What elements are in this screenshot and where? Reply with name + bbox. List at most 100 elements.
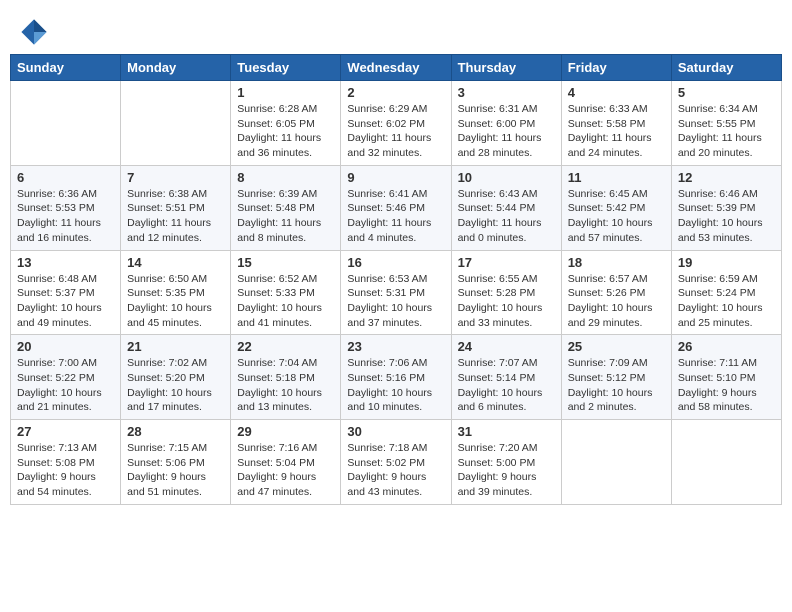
calendar-cell: 7 Sunrise: 6:38 AM Sunset: 5:51 PM Daylig… bbox=[121, 165, 231, 250]
day-number: 12 bbox=[678, 170, 775, 185]
day-number: 20 bbox=[17, 339, 114, 354]
calendar-cell: 26 Sunrise: 7:11 AM Sunset: 5:10 PM Dayli… bbox=[671, 335, 781, 420]
col-header-tuesday: Tuesday bbox=[231, 55, 341, 81]
day-number: 7 bbox=[127, 170, 224, 185]
day-info: Sunrise: 6:53 AM Sunset: 5:31 PM Dayligh… bbox=[347, 272, 444, 331]
col-header-saturday: Saturday bbox=[671, 55, 781, 81]
calendar-cell bbox=[11, 81, 121, 166]
day-number: 30 bbox=[347, 424, 444, 439]
calendar-cell: 12 Sunrise: 6:46 AM Sunset: 5:39 PM Dayli… bbox=[671, 165, 781, 250]
calendar-cell: 22Sunrise: 7:04 AM Sunset: 5:18 PM Dayli… bbox=[231, 335, 341, 420]
day-info: Sunrise: 7:09 AM Sunset: 5:12 PM Dayligh… bbox=[568, 356, 665, 415]
day-number: 6 bbox=[17, 170, 114, 185]
day-info: Sunrise: 7:02 AM Sunset: 5:20 PM Dayligh… bbox=[127, 356, 224, 415]
calendar-cell: 24 Sunrise: 7:07 AM Sunset: 5:14 PM Dayli… bbox=[451, 335, 561, 420]
day-info: Sunrise: 6:39 AM Sunset: 5:48 PM Dayligh… bbox=[237, 187, 334, 246]
day-number: 29 bbox=[237, 424, 334, 439]
calendar-cell: 18 Sunrise: 6:57 AM Sunset: 5:26 PM Dayli… bbox=[561, 250, 671, 335]
day-number: 1 bbox=[237, 85, 334, 100]
day-number: 25 bbox=[568, 339, 665, 354]
day-number: 14 bbox=[127, 255, 224, 270]
calendar-cell bbox=[671, 420, 781, 505]
day-info: Sunrise: 6:33 AM Sunset: 5:58 PM Dayligh… bbox=[568, 102, 665, 161]
calendar-cell: 31Sunrise: 7:20 AM Sunset: 5:00 PM Dayli… bbox=[451, 420, 561, 505]
calendar-cell: 19 Sunrise: 6:59 AM Sunset: 5:24 PM Dayli… bbox=[671, 250, 781, 335]
day-number: 18 bbox=[568, 255, 665, 270]
day-number: 3 bbox=[458, 85, 555, 100]
day-info: Sunrise: 6:29 AM Sunset: 6:02 PM Dayligh… bbox=[347, 102, 444, 161]
day-info: Sunrise: 7:18 AM Sunset: 5:02 PM Dayligh… bbox=[347, 441, 444, 500]
calendar-cell: 2 Sunrise: 6:29 AM Sunset: 6:02 PM Daylig… bbox=[341, 81, 451, 166]
day-number: 5 bbox=[678, 85, 775, 100]
calendar-table: SundayMondayTuesdayWednesdayThursdayFrid… bbox=[10, 54, 782, 505]
day-number: 31 bbox=[458, 424, 555, 439]
calendar-cell: 27Sunrise: 7:13 AM Sunset: 5:08 PM Dayli… bbox=[11, 420, 121, 505]
day-info: Sunrise: 6:38 AM Sunset: 5:51 PM Dayligh… bbox=[127, 187, 224, 246]
day-info: Sunrise: 6:57 AM Sunset: 5:26 PM Dayligh… bbox=[568, 272, 665, 331]
calendar-cell: 3 Sunrise: 6:31 AM Sunset: 6:00 PM Daylig… bbox=[451, 81, 561, 166]
logo-icon bbox=[20, 18, 48, 46]
day-number: 24 bbox=[458, 339, 555, 354]
calendar-cell: 15 Sunrise: 6:52 AM Sunset: 5:33 PM Dayli… bbox=[231, 250, 341, 335]
calendar-cell: 10 Sunrise: 6:43 AM Sunset: 5:44 PM Dayli… bbox=[451, 165, 561, 250]
day-info: Sunrise: 7:00 AM Sunset: 5:22 PM Dayligh… bbox=[17, 356, 114, 415]
calendar-week-row: 27Sunrise: 7:13 AM Sunset: 5:08 PM Dayli… bbox=[11, 420, 782, 505]
calendar-cell: 28 Sunrise: 7:15 AM Sunset: 5:06 PM Dayli… bbox=[121, 420, 231, 505]
calendar-cell: 9 Sunrise: 6:41 AM Sunset: 5:46 PM Daylig… bbox=[341, 165, 451, 250]
day-info: Sunrise: 6:41 AM Sunset: 5:46 PM Dayligh… bbox=[347, 187, 444, 246]
day-number: 13 bbox=[17, 255, 114, 270]
day-info: Sunrise: 7:04 AM Sunset: 5:18 PM Dayligh… bbox=[237, 356, 334, 415]
calendar-cell: 11 Sunrise: 6:45 AM Sunset: 5:42 PM Dayli… bbox=[561, 165, 671, 250]
day-number: 23 bbox=[347, 339, 444, 354]
day-info: Sunrise: 6:43 AM Sunset: 5:44 PM Dayligh… bbox=[458, 187, 555, 246]
day-info: Sunrise: 6:48 AM Sunset: 5:37 PM Dayligh… bbox=[17, 272, 114, 331]
calendar-cell: 17 Sunrise: 6:55 AM Sunset: 5:28 PM Dayli… bbox=[451, 250, 561, 335]
col-header-sunday: Sunday bbox=[11, 55, 121, 81]
day-info: Sunrise: 6:46 AM Sunset: 5:39 PM Dayligh… bbox=[678, 187, 775, 246]
calendar-header-row: SundayMondayTuesdayWednesdayThursdayFrid… bbox=[11, 55, 782, 81]
calendar-cell: 14Sunrise: 6:50 AM Sunset: 5:35 PM Dayli… bbox=[121, 250, 231, 335]
day-number: 28 bbox=[127, 424, 224, 439]
col-header-monday: Monday bbox=[121, 55, 231, 81]
calendar-cell: 6 Sunrise: 6:36 AM Sunset: 5:53 PM Daylig… bbox=[11, 165, 121, 250]
page-header bbox=[10, 10, 782, 50]
calendar-cell: 25 Sunrise: 7:09 AM Sunset: 5:12 PM Dayli… bbox=[561, 335, 671, 420]
day-info: Sunrise: 7:16 AM Sunset: 5:04 PM Dayligh… bbox=[237, 441, 334, 500]
day-info: Sunrise: 7:07 AM Sunset: 5:14 PM Dayligh… bbox=[458, 356, 555, 415]
calendar-cell: 16 Sunrise: 6:53 AM Sunset: 5:31 PM Dayli… bbox=[341, 250, 451, 335]
day-number: 19 bbox=[678, 255, 775, 270]
day-info: Sunrise: 6:36 AM Sunset: 5:53 PM Dayligh… bbox=[17, 187, 114, 246]
day-info: Sunrise: 6:55 AM Sunset: 5:28 PM Dayligh… bbox=[458, 272, 555, 331]
calendar-cell: 13 Sunrise: 6:48 AM Sunset: 5:37 PM Dayli… bbox=[11, 250, 121, 335]
calendar-cell bbox=[121, 81, 231, 166]
day-number: 15 bbox=[237, 255, 334, 270]
day-info: Sunrise: 6:45 AM Sunset: 5:42 PM Dayligh… bbox=[568, 187, 665, 246]
calendar-week-row: 13 Sunrise: 6:48 AM Sunset: 5:37 PM Dayli… bbox=[11, 250, 782, 335]
calendar-cell: 23 Sunrise: 7:06 AM Sunset: 5:16 PM Dayli… bbox=[341, 335, 451, 420]
day-number: 11 bbox=[568, 170, 665, 185]
calendar-cell: 5Sunrise: 6:34 AM Sunset: 5:55 PM Daylig… bbox=[671, 81, 781, 166]
day-number: 26 bbox=[678, 339, 775, 354]
day-info: Sunrise: 6:31 AM Sunset: 6:00 PM Dayligh… bbox=[458, 102, 555, 161]
day-number: 9 bbox=[347, 170, 444, 185]
calendar-week-row: 20 Sunrise: 7:00 AM Sunset: 5:22 PM Dayli… bbox=[11, 335, 782, 420]
calendar-cell: 8Sunrise: 6:39 AM Sunset: 5:48 PM Daylig… bbox=[231, 165, 341, 250]
calendar-cell: 30 Sunrise: 7:18 AM Sunset: 5:02 PM Dayli… bbox=[341, 420, 451, 505]
day-number: 2 bbox=[347, 85, 444, 100]
day-info: Sunrise: 6:52 AM Sunset: 5:33 PM Dayligh… bbox=[237, 272, 334, 331]
day-info: Sunrise: 7:06 AM Sunset: 5:16 PM Dayligh… bbox=[347, 356, 444, 415]
day-number: 17 bbox=[458, 255, 555, 270]
calendar-week-row: 6 Sunrise: 6:36 AM Sunset: 5:53 PM Daylig… bbox=[11, 165, 782, 250]
day-number: 21 bbox=[127, 339, 224, 354]
day-info: Sunrise: 6:28 AM Sunset: 6:05 PM Dayligh… bbox=[237, 102, 334, 161]
calendar-cell: 21 Sunrise: 7:02 AM Sunset: 5:20 PM Dayli… bbox=[121, 335, 231, 420]
day-info: Sunrise: 6:59 AM Sunset: 5:24 PM Dayligh… bbox=[678, 272, 775, 331]
day-info: Sunrise: 7:15 AM Sunset: 5:06 PM Dayligh… bbox=[127, 441, 224, 500]
day-number: 10 bbox=[458, 170, 555, 185]
calendar-cell: 1 Sunrise: 6:28 AM Sunset: 6:05 PM Daylig… bbox=[231, 81, 341, 166]
day-number: 4 bbox=[568, 85, 665, 100]
logo bbox=[20, 18, 52, 46]
calendar-cell: 4 Sunrise: 6:33 AM Sunset: 5:58 PM Daylig… bbox=[561, 81, 671, 166]
day-number: 16 bbox=[347, 255, 444, 270]
day-info: Sunrise: 7:11 AM Sunset: 5:10 PM Dayligh… bbox=[678, 356, 775, 415]
